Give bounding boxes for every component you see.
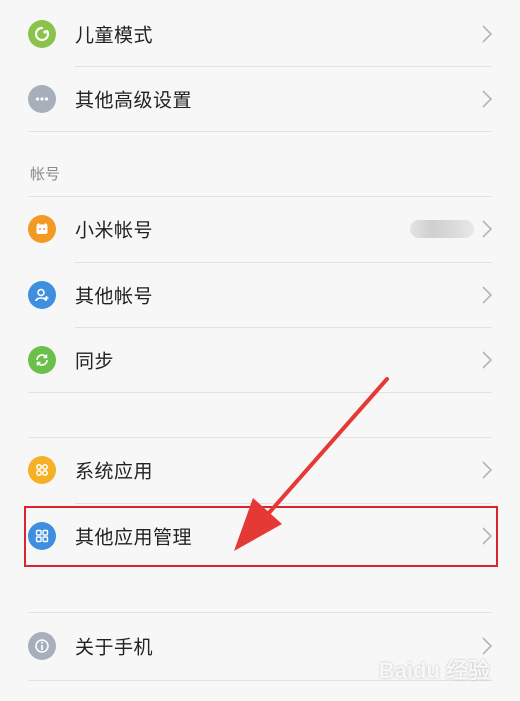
blurred-account-id [410, 220, 474, 238]
chevron-right-icon [482, 527, 493, 545]
settings-row-mi-account[interactable]: 小米帐号 [0, 197, 520, 261]
section-divider [28, 131, 492, 132]
info-icon [28, 632, 56, 660]
settings-row-child-mode[interactable]: 儿童模式 [0, 2, 520, 66]
settings-row-label: 其他帐号 [75, 285, 154, 308]
settings-row-label: 系统应用 [75, 460, 154, 483]
baidu-watermark: Baidu 经验 [378, 658, 490, 683]
apps-grid-icon [28, 522, 56, 550]
more-dots-icon [28, 85, 56, 113]
settings-row-label: 其他应用管理 [75, 526, 193, 549]
chevron-right-icon [482, 90, 493, 108]
settings-row-other-app-management[interactable]: 其他应用管理 [0, 504, 520, 568]
chevron-right-icon [482, 25, 493, 43]
user-add-icon [28, 281, 56, 309]
settings-row-label: 儿童模式 [75, 24, 154, 47]
chevron-right-icon [482, 220, 493, 238]
settings-row-label: 同步 [75, 350, 115, 373]
chevron-right-icon [482, 286, 493, 304]
settings-row-label: 其他高级设置 [75, 89, 193, 112]
settings-row-advanced[interactable]: 其他高级设置 [0, 67, 520, 131]
chevron-right-icon [482, 351, 493, 369]
settings-row-sync[interactable]: 同步 [0, 328, 520, 392]
section-divider [28, 612, 492, 613]
mi-account-icon [28, 215, 56, 243]
section-divider [28, 392, 492, 393]
section-title-account: 帐号 [30, 165, 61, 183]
settings-row-other-accounts[interactable]: 其他帐号 [0, 263, 520, 327]
settings-row-label: 小米帐号 [75, 219, 154, 242]
settings-row-label: 关于手机 [75, 636, 154, 659]
system-apps-icon [28, 456, 56, 484]
sync-icon [28, 346, 56, 374]
chevron-right-icon [482, 461, 493, 479]
settings-row-system-apps[interactable]: 系统应用 [0, 438, 520, 502]
child-mode-icon [28, 20, 56, 48]
